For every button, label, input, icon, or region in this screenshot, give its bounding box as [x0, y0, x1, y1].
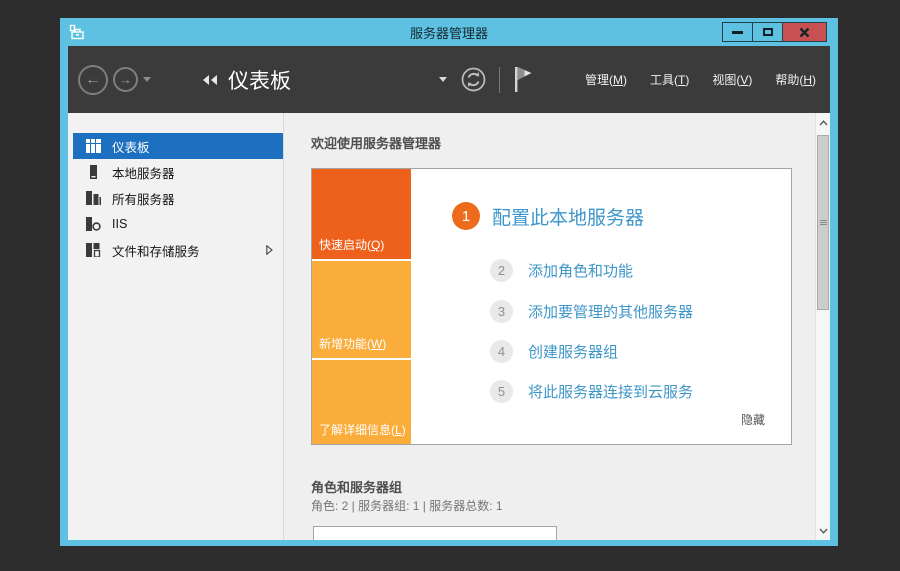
dashboard-main-pane: 欢迎使用服务器管理器 快速启动(Q) 新增功能(W) 了解详细信息(L) 1 配… [283, 113, 815, 540]
breadcrumb-label: 仪表板 [228, 69, 291, 93]
menu-tools[interactable]: 工具(T) [650, 71, 689, 88]
refresh-button[interactable] [461, 67, 486, 92]
step-add-other-servers[interactable]: 3 添加要管理的其他服务器 [490, 300, 693, 323]
sidebar-item-all-servers[interactable]: 所有服务器 [73, 185, 283, 211]
dashboard-icon [86, 139, 103, 153]
minimize-icon [732, 30, 743, 34]
step-link: 将此服务器连接到云服务 [528, 384, 694, 401]
step-connect-to-cloud[interactable]: 5 将此服务器连接到云服务 [490, 380, 693, 403]
scrollbar-grip-icon [819, 219, 827, 226]
server-manager-window: 服务器管理器 ← → 仪表板 管理(M) 工具(T) 视图(V) 帮助(H) 仪… [60, 18, 838, 546]
breadcrumb[interactable]: 仪表板 [203, 65, 291, 95]
hide-welcome-link[interactable]: 隐藏 [741, 411, 765, 428]
close-icon [799, 27, 810, 37]
all-servers-icon [86, 191, 103, 205]
roles-group-card[interactable] [313, 526, 557, 540]
close-button[interactable] [782, 22, 827, 42]
maximize-button[interactable] [752, 22, 783, 42]
file-storage-icon [86, 243, 103, 257]
sidebar-item-label: 文件和存储服务 [112, 244, 200, 259]
welcome-header: 欢迎使用服务器管理器 [311, 136, 442, 151]
refresh-icon [461, 67, 486, 92]
step-create-server-group[interactable]: 4 创建服务器组 [490, 340, 618, 363]
scroll-up-button[interactable] [816, 114, 830, 131]
step-number-badge: 4 [490, 340, 513, 363]
whats-new-label: 新增功能(W) [319, 337, 387, 351]
chevron-down-icon [818, 528, 828, 534]
iis-server-icon [86, 217, 103, 231]
sidebar-item-iis[interactable]: IIS [73, 211, 283, 237]
back-button[interactable]: ← [78, 64, 108, 95]
collapse-pane-icon [203, 74, 219, 85]
menu-bar: 管理(M) 工具(T) 视图(V) 帮助(H) [562, 71, 816, 88]
quick-start-label: 快速启动(Q) [319, 238, 385, 252]
chevron-up-icon [818, 119, 828, 125]
menu-manage[interactable]: 管理(M) [585, 71, 627, 88]
menu-view[interactable]: 视图(V) [712, 71, 752, 88]
step-number-badge: 3 [490, 300, 513, 323]
forward-button[interactable]: → [113, 67, 138, 92]
sidebar-item-label: 本地服务器 [112, 166, 175, 181]
back-arrow-icon: ← [85, 70, 101, 88]
toolbar-divider [498, 66, 500, 93]
sidebar-item-label: IIS [112, 217, 128, 231]
roles-server-groups-header: 角色和服务器组 [311, 480, 403, 495]
navigation-sidebar: 仪表板 本地服务器 所有服务器 IIS 文件和存储服务 [68, 113, 283, 540]
navigation-bar: ← → 仪表板 管理(M) 工具(T) 视图(V) 帮助(H) [68, 46, 830, 113]
expand-arrow-icon[interactable] [266, 245, 273, 255]
flag-icon [514, 67, 532, 92]
sidebar-item-dashboard[interactable]: 仪表板 [73, 133, 283, 159]
step-configure-local-server[interactable]: 1 配置此本地服务器 [452, 202, 644, 230]
quick-start-tile[interactable]: 快速启动(Q) [312, 169, 411, 259]
step-link: 添加角色和功能 [528, 263, 634, 280]
window-controls [722, 22, 827, 42]
minimize-button[interactable] [722, 22, 753, 42]
step-link: 创建服务器组 [528, 344, 619, 361]
step-link: 添加要管理的其他服务器 [528, 304, 694, 321]
breadcrumb-chevron-down-icon[interactable] [438, 77, 447, 82]
scrollbar-thumb[interactable] [817, 135, 829, 310]
history-chevron-down-icon[interactable] [143, 77, 151, 82]
title-bar[interactable]: 服务器管理器 [60, 18, 838, 46]
roles-summary-text: 角色: 2 | 服务器组: 1 | 服务器总数: 1 [311, 499, 503, 513]
sidebar-item-label: 仪表板 [112, 140, 150, 155]
local-server-icon [86, 165, 103, 179]
step-link: 配置此本地服务器 [492, 207, 645, 229]
sidebar-item-file-storage-services[interactable]: 文件和存储服务 [73, 237, 283, 263]
step-number-badge: 1 [452, 202, 480, 230]
menu-help[interactable]: 帮助(H) [775, 71, 816, 88]
step-number-badge: 5 [490, 380, 513, 403]
step-add-roles-features[interactable]: 2 添加角色和功能 [490, 259, 633, 282]
learn-more-label: 了解详细信息(L) [319, 423, 406, 437]
step-number-badge: 2 [490, 259, 513, 282]
notifications-flag-button[interactable] [512, 66, 534, 93]
welcome-panel: 快速启动(Q) 新增功能(W) 了解详细信息(L) 1 配置此本地服务器 2 添… [311, 168, 792, 445]
maximize-icon [762, 28, 773, 36]
desktop-background: 服务器管理器 ← → 仪表板 管理(M) 工具(T) 视图(V) 帮助(H) 仪… [0, 0, 900, 571]
sidebar-item-local-server[interactable]: 本地服务器 [73, 159, 283, 185]
vertical-scrollbar[interactable] [815, 113, 830, 540]
forward-arrow-icon: → [119, 72, 132, 87]
whats-new-tile[interactable]: 新增功能(W) [312, 261, 411, 358]
learn-more-tile[interactable]: 了解详细信息(L) [312, 360, 411, 444]
scroll-down-button[interactable] [816, 522, 830, 539]
sidebar-item-label: 所有服务器 [112, 192, 175, 207]
